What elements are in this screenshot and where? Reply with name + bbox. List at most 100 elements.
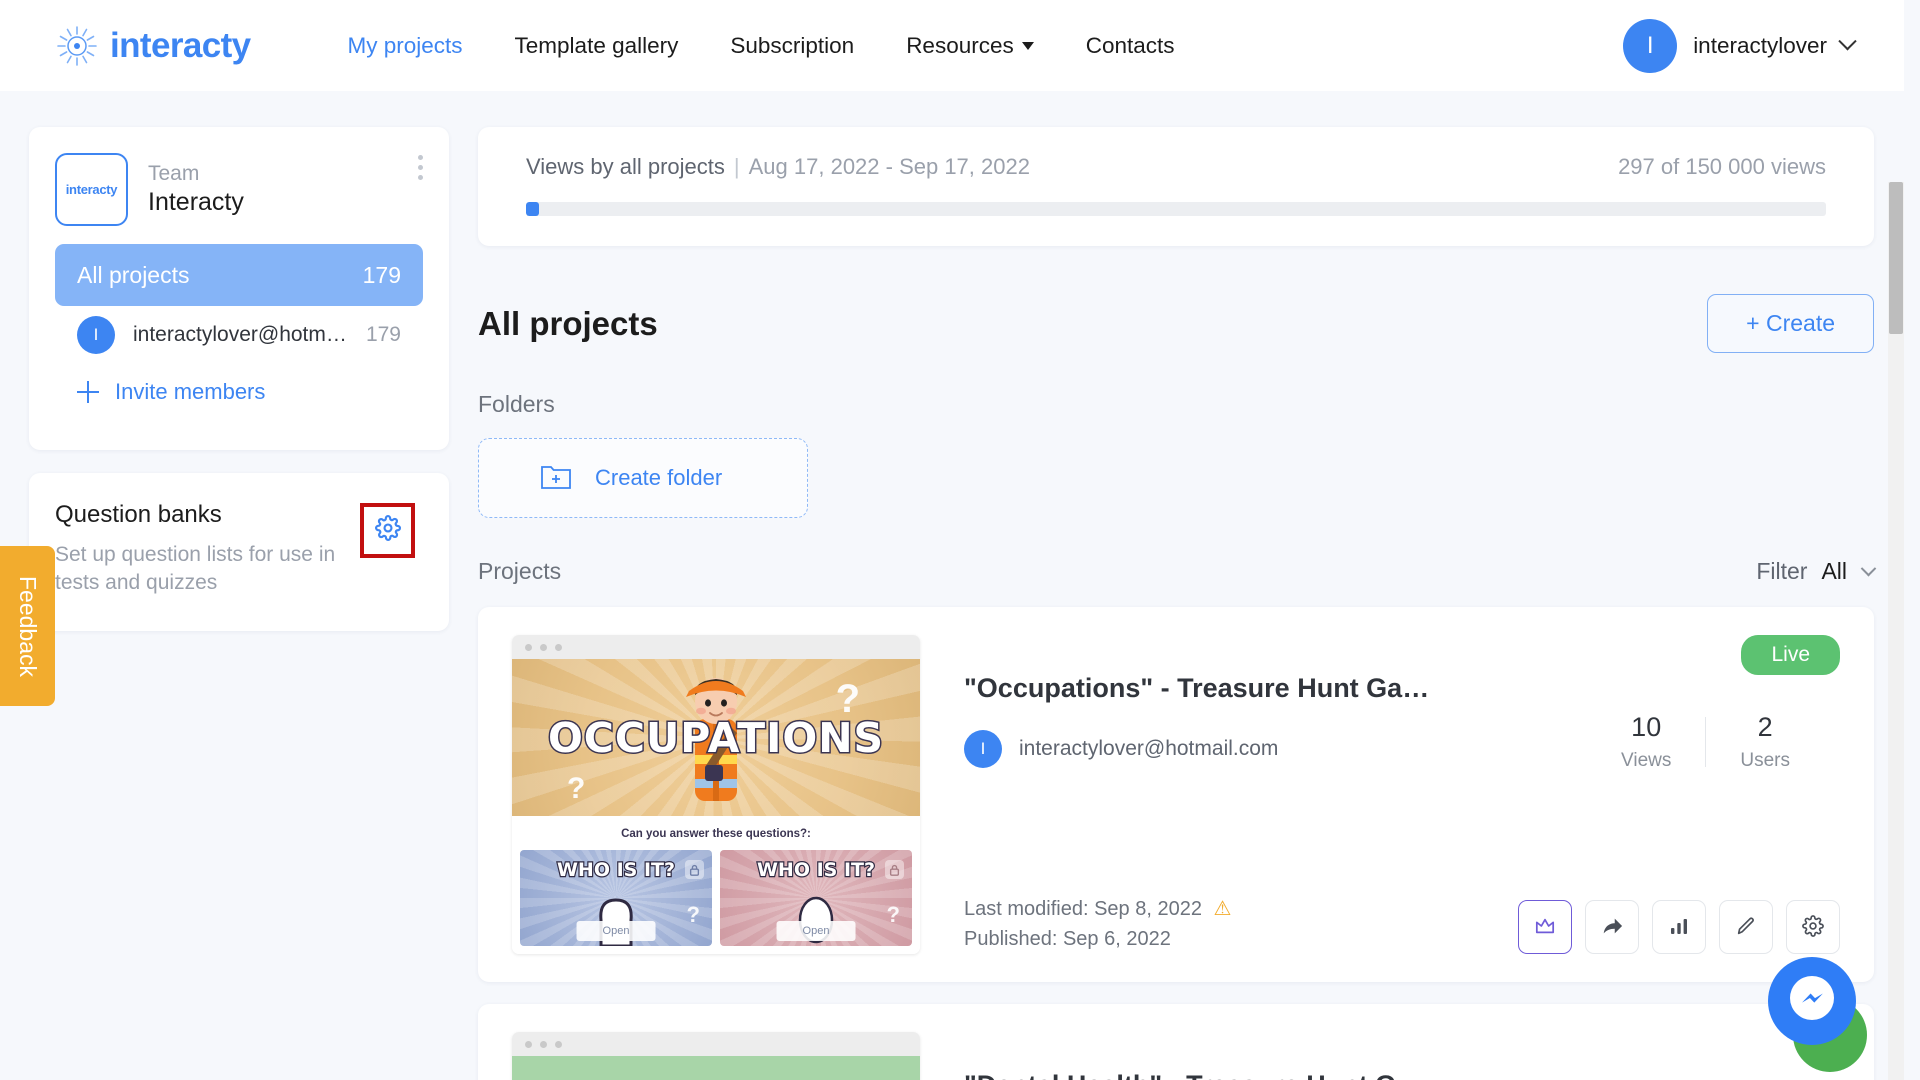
project-stats: 10 Views 2 Users — [1587, 712, 1824, 772]
project-title[interactable]: "Dental Health" - Treasure Hunt G… — [964, 1070, 1840, 1080]
messenger-fab[interactable] — [1768, 957, 1856, 1045]
nav-contacts-label: Contacts — [1085, 32, 1175, 58]
views-stat-value: 10 — [1631, 712, 1662, 742]
status-badge: Live — [1741, 635, 1840, 675]
last-modified-text: Last modified: Sep 8, 2022 — [964, 898, 1202, 920]
team-options-menu-icon[interactable] — [418, 155, 423, 180]
project-thumbnail[interactable]: ? ? OCCUPATIONS Can you answer these que… — [512, 635, 920, 954]
scrollbar-thumb[interactable] — [1889, 182, 1903, 334]
views-stat-caption: Views — [1621, 749, 1672, 771]
page-scrollbar[interactable] — [1888, 182, 1904, 1080]
users-stat-value: 2 — [1757, 712, 1773, 742]
bar-chart-icon — [1669, 916, 1689, 939]
brand-logo[interactable]: interacty — [55, 24, 251, 68]
nav-subscription[interactable]: Subscription — [730, 33, 854, 59]
question-mark-decoration: ? — [886, 902, 900, 927]
share-button[interactable] — [1585, 900, 1639, 954]
gear-icon — [374, 515, 401, 546]
filter-dropdown[interactable]: Filter All — [1756, 558, 1877, 585]
avatar: I — [1623, 18, 1678, 73]
tile-open-button[interactable]: Open — [776, 921, 856, 941]
team-label: Team — [148, 161, 200, 185]
project-title[interactable]: "Occupations" - Treasure Hunt Ga… — [964, 673, 1840, 704]
question-banks-settings-button[interactable] — [360, 503, 415, 558]
thumbnail-hero — [512, 1056, 920, 1080]
project-card[interactable]: ? ? OCCUPATIONS Can you answer these que… — [478, 607, 1874, 982]
warning-icon: ⚠ — [1213, 898, 1232, 920]
share-arrow-icon — [1601, 915, 1623, 940]
question-banks-subtitle: Set up question lists for use in tests a… — [55, 543, 336, 595]
project-dates: Last modified: Sep 8, 2022 ⚠ Published: … — [964, 894, 1231, 954]
thumbnail-tiles: WHO IS IT? ? Open WHO IS IT? ? Open — [512, 850, 920, 954]
views-date-range: Aug 17, 2022 - Sep 17, 2022 — [748, 154, 1030, 179]
views-stat: 10 Views — [1587, 712, 1705, 772]
projects-label: Projects — [478, 558, 562, 584]
edit-button[interactable] — [1719, 900, 1773, 954]
feedback-tab-label: Feedback — [15, 575, 42, 677]
thumbnail-tile: WHO IS IT? ? Open — [520, 850, 712, 946]
projects-list-header: Projects Filter All — [478, 558, 1877, 585]
views-separator: | — [733, 154, 740, 179]
lock-icon — [685, 860, 704, 879]
chevron-down-icon — [1860, 560, 1877, 577]
settings-button[interactable] — [1786, 900, 1840, 954]
team-card: interacty Team Interacty All projects 17… — [29, 127, 449, 450]
tile-title: WHO IS IT? — [756, 858, 876, 882]
thumbnail-browser-bar — [512, 1032, 920, 1056]
pencil-icon — [1735, 915, 1757, 940]
user-menu[interactable]: I interactylover — [1623, 18, 1857, 73]
project-thumbnail[interactable] — [512, 1032, 920, 1080]
plus-icon — [77, 381, 99, 403]
member-avatar: I — [77, 316, 115, 354]
team-row: interacty Team Interacty — [55, 153, 423, 226]
owner-avatar: I — [964, 730, 1002, 768]
feedback-tab[interactable]: Feedback — [0, 546, 55, 706]
messenger-icon — [1784, 971, 1840, 1032]
thumbnail-hero: ? ? OCCUPATIONS — [512, 659, 920, 816]
nav-resources[interactable]: Resources — [906, 33, 1034, 59]
brand-name: interacty — [110, 25, 251, 65]
team-name: Interacty — [148, 188, 244, 216]
sidebar-member-item[interactable]: I interactylover@hotmail.co… 179 — [55, 306, 423, 364]
project-card[interactable]: "Dental Health" - Treasure Hunt G… — [478, 1004, 1874, 1080]
thumbnail-caption: Can you answer these questions?: — [512, 816, 920, 850]
thumbnail-tile: WHO IS IT? ? Open — [720, 850, 912, 946]
main-content: Views by all projects | Aug 17, 2022 - S… — [478, 127, 1877, 1080]
create-folder-label: Create folder — [595, 465, 723, 490]
create-folder-button[interactable]: Create folder — [478, 438, 808, 518]
question-mark-decoration: ? — [686, 902, 700, 927]
project-details: Live "Occupations" - Treasure Hunt Ga… I… — [964, 635, 1840, 954]
nav-contacts[interactable]: Contacts — [1086, 33, 1175, 59]
question-mark-decoration: ? — [567, 772, 586, 805]
gear-icon — [1802, 914, 1824, 940]
folders-label: Folders — [478, 391, 555, 417]
tile-open-button[interactable]: Open — [576, 921, 656, 941]
statistics-button[interactable] — [1652, 900, 1706, 954]
project-details: "Dental Health" - Treasure Hunt G… — [964, 1032, 1840, 1080]
crown-icon — [1534, 916, 1556, 939]
upgrade-crown-button[interactable] — [1518, 900, 1572, 954]
app-header: interacty My projects Template gallery S… — [0, 0, 1904, 91]
team-logo-icon: interacty — [55, 153, 128, 226]
page-title: All projects — [478, 304, 658, 342]
page-body: interacty Team Interacty All projects 17… — [0, 91, 1904, 1080]
tile-title: WHO IS IT? — [556, 858, 676, 882]
user-name: interactylover — [1693, 32, 1827, 58]
views-title: Views by all projects — [526, 154, 725, 179]
users-stat: 2 Users — [1706, 712, 1824, 772]
nav-template-gallery[interactable]: Template gallery — [515, 33, 679, 59]
nav-my-projects[interactable]: My projects — [348, 33, 463, 59]
dental-illustration — [512, 1056, 920, 1080]
invite-members-label: Invite members — [115, 379, 266, 404]
team-logo-label: interacty — [65, 182, 118, 197]
sidebar: interacty Team Interacty All projects 17… — [29, 127, 449, 632]
chevron-down-icon — [1021, 41, 1034, 50]
views-header: Views by all projects | Aug 17, 2022 - S… — [526, 154, 1826, 180]
invite-members-button[interactable]: Invite members — [55, 364, 423, 420]
create-button[interactable]: + Create — [1707, 294, 1874, 353]
sidebar-item-all-projects[interactable]: All projects 179 — [55, 244, 423, 306]
published-text: Published: Sep 6, 2022 — [964, 928, 1171, 950]
views-progress-fill — [526, 202, 539, 216]
nav-resources-label: Resources — [906, 32, 1014, 58]
interacty-logo-icon — [55, 24, 99, 68]
